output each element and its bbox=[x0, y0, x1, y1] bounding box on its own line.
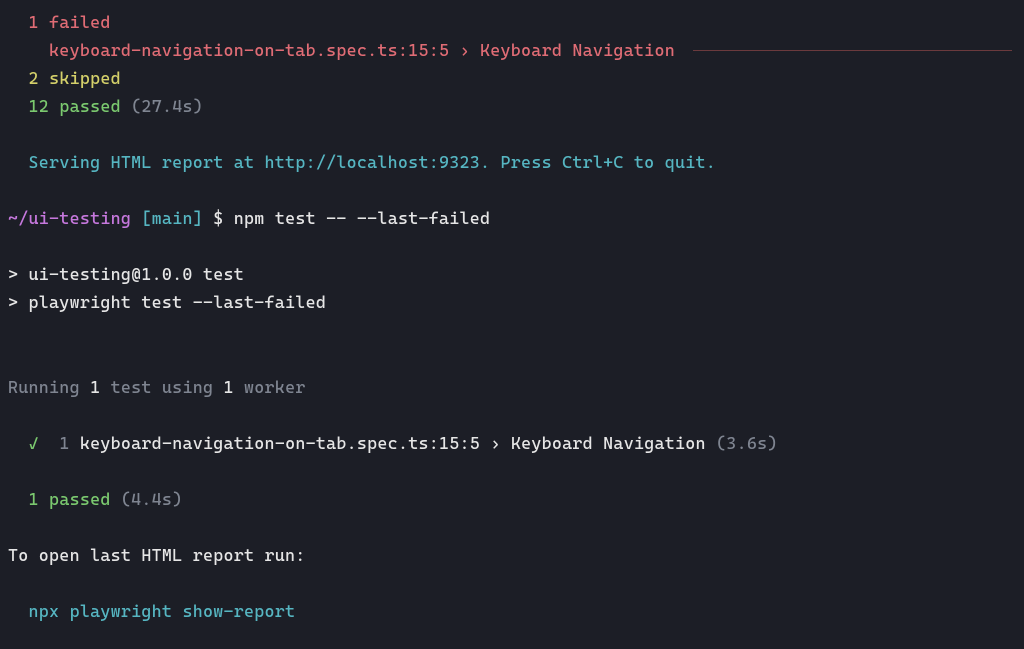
open-report-msg: To open last HTML report run: bbox=[0, 541, 1024, 569]
skipped-count: 2 bbox=[29, 68, 39, 88]
blank-line bbox=[0, 317, 1024, 345]
passed-count: 12 bbox=[29, 96, 50, 116]
worker-count: 1 bbox=[224, 377, 234, 397]
skipped-label: skipped bbox=[49, 68, 121, 88]
prompt-symbol: $ bbox=[213, 208, 234, 228]
serve-message: Serving HTML report at http://localhost:… bbox=[29, 152, 716, 172]
passed-label: passed bbox=[59, 96, 121, 116]
passed-time: (27.4s) bbox=[131, 96, 203, 116]
test-number: 1 bbox=[59, 433, 69, 453]
prompt-command: npm test -- --last-failed bbox=[234, 208, 491, 228]
blank-line bbox=[0, 345, 1024, 373]
blank-line bbox=[0, 457, 1024, 485]
prompt-path: ~/ui-testing bbox=[8, 208, 131, 228]
serve-report-line: Serving HTML report at http://localhost:… bbox=[0, 148, 1024, 176]
passed-count: 1 bbox=[29, 489, 39, 509]
test-name: keyboard-navigation-on-tab.spec.ts:15:5 … bbox=[80, 433, 706, 453]
blank-line bbox=[0, 513, 1024, 541]
failed-test-name: keyboard-navigation-on-tab.spec.ts:15:5 … bbox=[49, 36, 685, 64]
summary-failed-line: 1 failed bbox=[0, 8, 1024, 36]
failed-count: 1 bbox=[29, 12, 39, 32]
running-count: 1 bbox=[90, 377, 100, 397]
test-time: (3.6s) bbox=[706, 433, 778, 453]
blank-line bbox=[0, 232, 1024, 260]
prompt-line[interactable]: ~/ui-testing [main] $ npm test -- --last… bbox=[0, 204, 1024, 232]
open-report-cmd: npx playwright show-report bbox=[29, 601, 296, 621]
open-report-cmd-line: npx playwright show-report bbox=[0, 597, 1024, 625]
blank-line bbox=[0, 569, 1024, 597]
passed-label: passed bbox=[39, 489, 111, 509]
prompt-branch: main bbox=[152, 208, 193, 228]
summary2-passed-line: 1 passed (4.4s) bbox=[0, 485, 1024, 513]
failed-label: failed bbox=[49, 12, 111, 32]
blank-line bbox=[0, 401, 1024, 429]
check-icon: ✓ bbox=[29, 433, 39, 453]
npm-output-line: > playwright test --last-failed bbox=[0, 288, 1024, 316]
summary-passed-line: 12 passed (27.4s) bbox=[0, 92, 1024, 120]
blank-line bbox=[0, 120, 1024, 148]
horizontal-rule bbox=[693, 50, 1012, 51]
npm-output-line: > ui-testing@1.0.0 test bbox=[0, 260, 1024, 288]
running-line: Running 1 test using 1 worker bbox=[0, 373, 1024, 401]
test-result-line: ✓ 1 keyboard-navigation-on-tab.spec.ts:1… bbox=[0, 429, 1024, 457]
failed-test-line: keyboard-navigation-on-tab.spec.ts:15:5 … bbox=[0, 36, 1024, 64]
blank-line bbox=[0, 176, 1024, 204]
summary-skipped-line: 2 skipped bbox=[0, 64, 1024, 92]
passed-time: (4.4s) bbox=[111, 489, 183, 509]
